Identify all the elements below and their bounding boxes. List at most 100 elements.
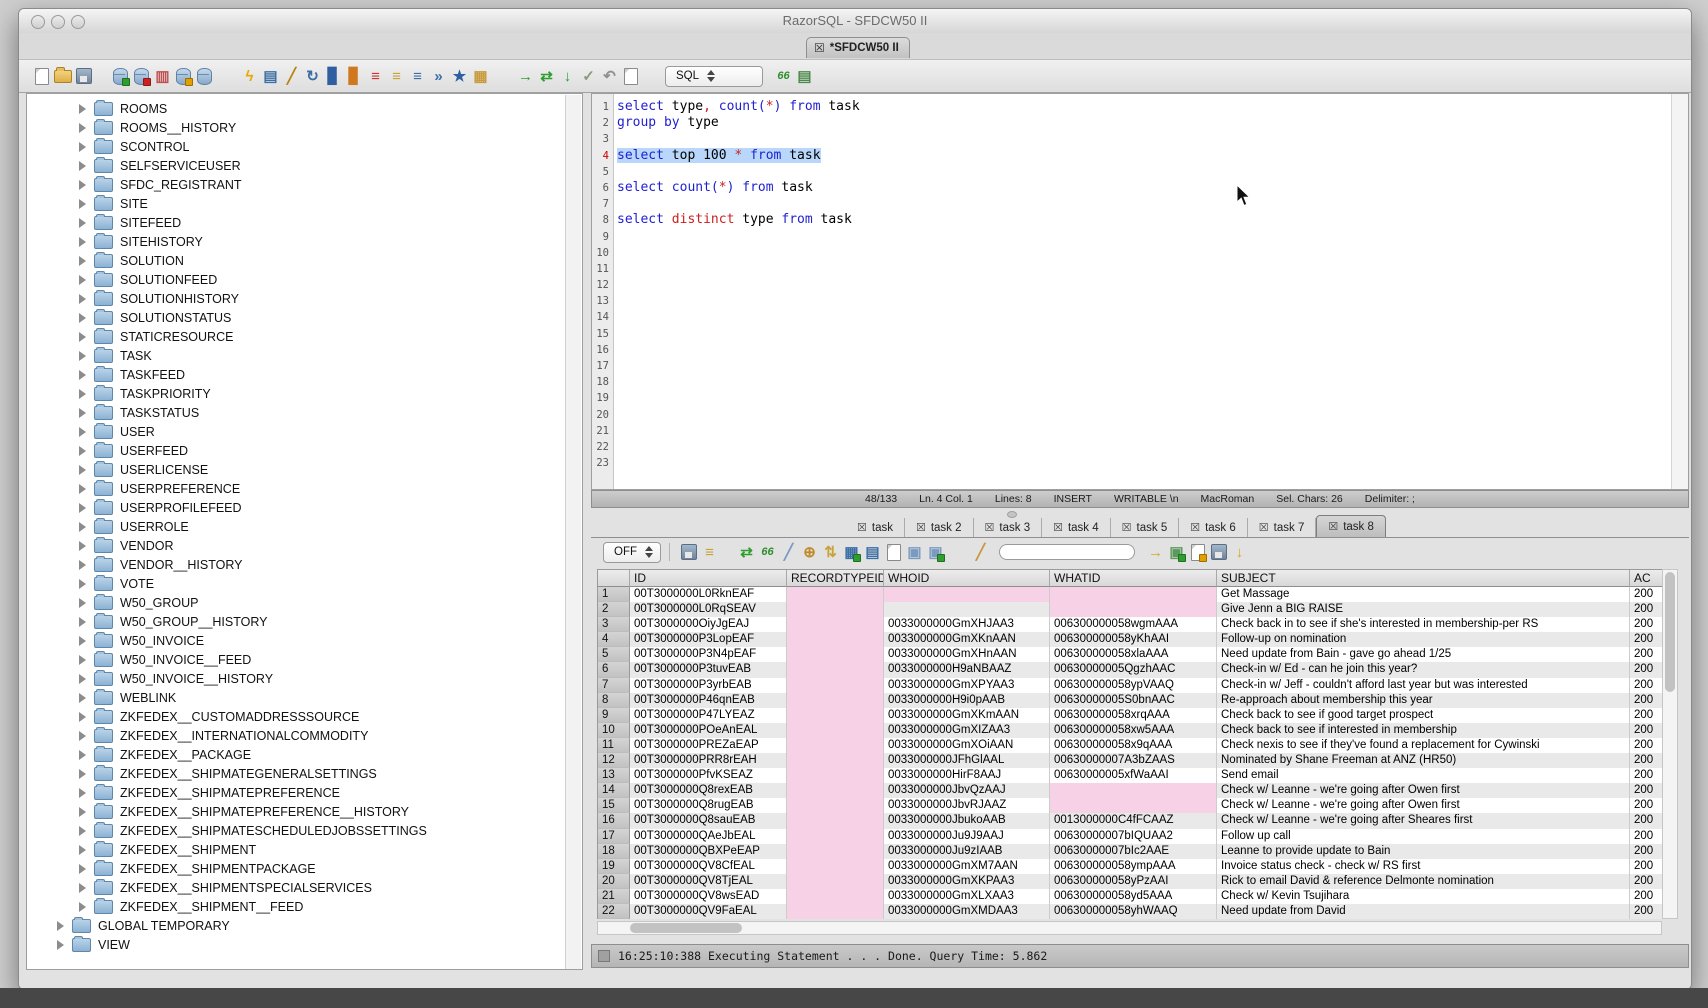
disclosure-triangle-icon[interactable] <box>79 104 86 114</box>
connect-db-icon[interactable] <box>110 66 131 87</box>
cell-id[interactable]: 00T3000000P46qnEAB <box>630 693 787 708</box>
cell-ac[interactable]: 200 <box>1630 844 1663 859</box>
cell-recordtypeid[interactable] <box>787 798 884 813</box>
tree-item-table[interactable]: ZKFEDEX__SHIPMENT__FEED <box>27 897 582 916</box>
cell-whoid[interactable]: 0033000000HirF8AAJ <box>884 768 1050 783</box>
create-db-icon[interactable] <box>173 66 194 87</box>
column-header[interactable]: WHOID <box>884 570 1050 587</box>
cell-whatid[interactable]: 006300000058wgmAAA <box>1050 617 1217 632</box>
tree-item-table[interactable]: USERPROFILEFEED <box>27 498 582 517</box>
tree-item-root[interactable]: GLOBAL TEMPORARY <box>27 916 582 935</box>
messages-icon[interactable] <box>620 66 641 87</box>
cell-ac[interactable]: 200 <box>1630 813 1663 828</box>
tree-item-table[interactable]: STATICRESOURCE <box>27 327 582 346</box>
tree-item-table[interactable]: ZKFEDEX__SHIPMENTSPECIALSERVICES <box>27 878 582 897</box>
tree-item-table[interactable]: TASKPRIORITY <box>27 384 582 403</box>
cell-whatid[interactable]: 00630000005S0bnAAC <box>1050 693 1217 708</box>
cell-whatid[interactable]: 00630000005QgzhAAC <box>1050 662 1217 677</box>
cell-whoid[interactable]: 0033000000GmXKnAAN <box>884 632 1050 647</box>
editor-line[interactable] <box>617 455 1670 471</box>
row-number-cell[interactable]: 18 <box>598 844 630 859</box>
result-tab[interactable]: ☒task <box>846 518 905 537</box>
tree-item-table[interactable]: USERPREFERENCE <box>27 479 582 498</box>
indent-sql-icon[interactable]: » <box>428 66 449 87</box>
highlight-pen-icon[interactable]: ╱ <box>970 542 991 563</box>
table-info-icon[interactable]: ▤ <box>260 66 281 87</box>
cell-subject[interactable]: Invoice status check - check w/ RS first <box>1217 859 1630 874</box>
cell-recordtypeid[interactable] <box>787 678 884 693</box>
results-search-input[interactable] <box>999 544 1135 560</box>
cell-recordtypeid[interactable] <box>787 904 884 919</box>
editor-line[interactable] <box>617 229 1670 245</box>
editor-line[interactable] <box>617 342 1670 358</box>
cell-subject[interactable]: Check back in to see if she's interested… <box>1217 617 1630 632</box>
disclosure-triangle-icon[interactable] <box>79 218 86 228</box>
editor-line[interactable] <box>617 309 1670 325</box>
tree-item-table[interactable]: VOTE <box>27 574 582 593</box>
disclosure-triangle-icon[interactable] <box>79 807 86 817</box>
editor-line[interactable]: group by type <box>617 115 1670 131</box>
cell-ac[interactable]: 200 <box>1630 753 1663 768</box>
query-builder-icon[interactable]: ≡ <box>365 66 386 87</box>
tree-item-table[interactable]: ZKFEDEX__SHIPMENT <box>27 840 582 859</box>
cell-subject[interactable]: Send email <box>1217 768 1630 783</box>
disconnect-db-icon[interactable] <box>131 66 152 87</box>
row-number-cell[interactable]: 2 <box>598 602 630 617</box>
disclosure-triangle-icon[interactable] <box>79 465 86 475</box>
cell-ac[interactable]: 200 <box>1630 678 1663 693</box>
new-report-icon[interactable] <box>1187 542 1208 563</box>
sql-editor[interactable]: 1234567891011121314151617181920212223 se… <box>591 93 1689 490</box>
editor-line[interactable] <box>617 326 1670 342</box>
disclosure-triangle-icon[interactable] <box>79 579 86 589</box>
cell-whatid[interactable]: 006300000058yPzAAI <box>1050 874 1217 889</box>
close-result-tab-icon[interactable]: ☒ <box>916 521 926 534</box>
editor-line[interactable] <box>617 196 1670 212</box>
cell-whoid[interactable]: 0033000000Ju9zIAAB <box>884 844 1050 859</box>
result-tab[interactable]: ☒task 6 <box>1179 518 1248 537</box>
editor-line[interactable] <box>617 131 1670 147</box>
close-result-tab-icon[interactable]: ☒ <box>1328 520 1338 533</box>
row-number-cell[interactable]: 10 <box>598 723 630 738</box>
result-tab[interactable]: ☒task 5 <box>1111 518 1180 537</box>
disclosure-triangle-icon[interactable] <box>79 484 86 494</box>
cell-whoid[interactable]: 0033000000H9i0pAAB <box>884 693 1050 708</box>
tree-item-table[interactable]: TASK <box>27 346 582 365</box>
tree-item-table[interactable]: VENDOR__HISTORY <box>27 555 582 574</box>
column-header[interactable]: WHATID <box>1050 570 1217 587</box>
tree-item-table[interactable]: USERLICENSE <box>27 460 582 479</box>
editor-line[interactable] <box>617 374 1670 390</box>
fetch-more-icon[interactable]: ↓ <box>557 66 578 87</box>
tree-item-table[interactable]: SOLUTION <box>27 251 582 270</box>
disclosure-triangle-icon[interactable] <box>79 275 86 285</box>
cell-subject[interactable]: Check back to see if good target prospec… <box>1217 708 1630 723</box>
tree-item-table[interactable]: ZKFEDEX__PACKAGE <box>27 745 582 764</box>
cell-ac[interactable]: 200 <box>1630 768 1663 783</box>
disclosure-triangle-icon[interactable] <box>79 522 86 532</box>
cell-subject[interactable]: Check nexis to see if they've found a re… <box>1217 738 1630 753</box>
cell-whatid[interactable]: 00630000007A3bZAAS <box>1050 753 1217 768</box>
cell-recordtypeid[interactable] <box>787 829 884 844</box>
row-number-cell[interactable]: 21 <box>598 889 630 904</box>
cell-whoid[interactable]: 0033000000Ju9J9AAJ <box>884 829 1050 844</box>
export-list-icon[interactable]: ≡ <box>386 66 407 87</box>
cell-recordtypeid[interactable] <box>787 844 884 859</box>
cell-subject[interactable]: Check w/ Kevin Tsujihara <box>1217 889 1630 904</box>
refresh-results-icon[interactable]: ⇄ <box>736 542 757 563</box>
result-tab[interactable]: ☒task 7 <box>1248 518 1317 537</box>
cell-whoid[interactable]: 0033000000H9aNBAAZ <box>884 662 1050 677</box>
disclosure-triangle-icon[interactable] <box>79 655 86 665</box>
cell-ac[interactable]: 200 <box>1630 617 1663 632</box>
cell-whatid[interactable]: 006300000058xw5AAA <box>1050 723 1217 738</box>
cell-ac[interactable]: 200 <box>1630 708 1663 723</box>
new-file-icon[interactable] <box>31 66 52 87</box>
tree-item-table[interactable]: ZKFEDEX__SHIPMATEPREFERENCE <box>27 783 582 802</box>
cell-id[interactable]: 00T3000000QV8CfEAL <box>630 859 787 874</box>
format-sql-icon[interactable]: ≡ <box>407 66 428 87</box>
disclosure-triangle-icon[interactable] <box>79 408 86 418</box>
cell-subject[interactable]: Re-approach about membership this year <box>1217 693 1630 708</box>
cell-recordtypeid[interactable] <box>787 693 884 708</box>
row-number-cell[interactable]: 13 <box>598 768 630 783</box>
view-glasses-icon[interactable]: 66 <box>757 542 778 563</box>
describe-rows-icon[interactable]: ▤ <box>862 542 883 563</box>
cell-subject[interactable]: Check back to see if interested in membe… <box>1217 723 1630 738</box>
